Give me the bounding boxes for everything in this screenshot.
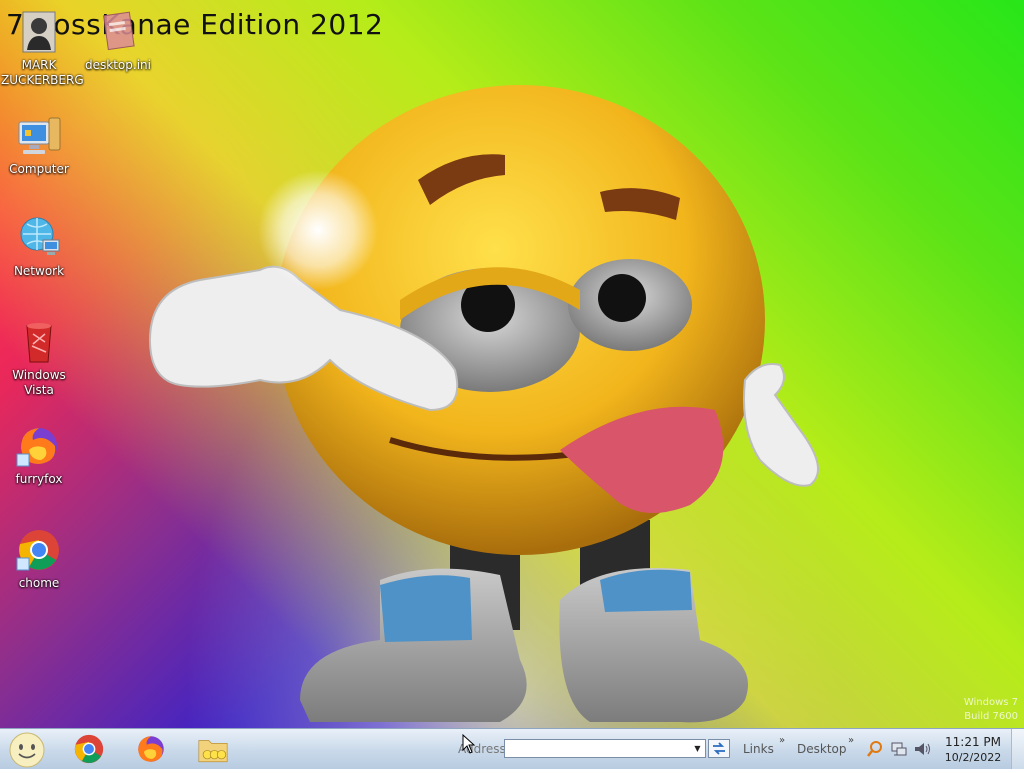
search-icon[interactable]	[866, 740, 884, 758]
watermark-line: Build 7600	[964, 711, 1018, 722]
firefox-icon	[15, 422, 63, 470]
desktop-icon-furryfox[interactable]: furryfox	[1, 422, 77, 487]
desktop-icon-network[interactable]: Network	[1, 214, 77, 279]
chevron-right-icon[interactable]: »	[779, 735, 785, 746]
desktop-icon-mark-zuckerberg[interactable]: MARK ZUCKERBERG	[1, 8, 84, 88]
desktop[interactable]: 7 BossKanae Edition 2012 MARK ZUCKERBERG…	[0, 0, 1024, 728]
volume-icon[interactable]	[913, 740, 931, 758]
desktop-icon-label: MARK ZUCKERBERG	[1, 58, 84, 87]
clock-time: 11:21 PM	[945, 735, 1001, 749]
go-arrow-icon	[713, 742, 725, 755]
recycle-bin-icon	[15, 318, 63, 366]
clock-date: 10/2/2022	[944, 751, 1002, 764]
os-brand-text: 7 BossKanae Edition 2012	[6, 8, 384, 41]
os-build-watermark: Windows 7 Build 7600	[964, 696, 1018, 724]
taskbar: Address ▼ Links » Desktop » 11:21 PM 10/…	[0, 728, 1024, 769]
desktop-toolbar[interactable]: Desktop	[797, 742, 847, 756]
desktop-icon-desktop-ini[interactable]: desktop.ini	[80, 8, 156, 73]
taskbar-pinned-explorer[interactable]	[196, 732, 230, 766]
desktop-icon-chome[interactable]: chome	[1, 526, 77, 591]
desktop-icon-computer[interactable]: Computer	[1, 112, 77, 177]
taskbar-pinned-firefox[interactable]	[134, 732, 168, 766]
desktop-icon-label: desktop.ini	[85, 58, 151, 72]
chrome-icon	[15, 526, 63, 574]
desktop-icon-label: Computer	[9, 162, 69, 176]
ini-file-icon	[94, 8, 142, 56]
links-toolbar[interactable]: Links	[743, 742, 774, 756]
address-dropdown-button[interactable]: ▼	[690, 739, 706, 758]
user-photo-icon	[15, 8, 63, 56]
desktop-icon-label: Network	[13, 264, 65, 278]
chevron-down-icon: ▼	[694, 744, 701, 753]
network-icon	[15, 214, 63, 262]
wallpaper-smiley-art	[148, 85, 819, 723]
watermark-line: Windows 7	[963, 697, 1018, 708]
address-input[interactable]	[504, 739, 694, 758]
system-clock[interactable]: 11:21 PM 10/2/2022	[940, 735, 1006, 765]
desktop-icon-label: Windows Vista	[12, 368, 66, 397]
chrome-icon	[74, 734, 104, 764]
desktop-icon-label: chome	[18, 576, 60, 590]
mouse-cursor-icon	[462, 734, 476, 754]
network-icon[interactable]	[890, 740, 908, 758]
smiley-start-icon	[9, 732, 45, 768]
desktop-icon-windows-vista[interactable]: Windows Vista	[1, 318, 77, 398]
chevron-right-icon[interactable]: »	[848, 735, 854, 746]
address-go-button[interactable]	[708, 739, 730, 758]
firefox-icon	[138, 736, 164, 762]
folder-icon	[198, 740, 228, 763]
show-desktop-button[interactable]	[1011, 729, 1024, 769]
start-button[interactable]	[8, 731, 46, 769]
desktop-icon-label: furryfox	[15, 472, 63, 486]
taskbar-pinned-chrome[interactable]	[72, 732, 106, 766]
computer-icon	[15, 112, 63, 160]
